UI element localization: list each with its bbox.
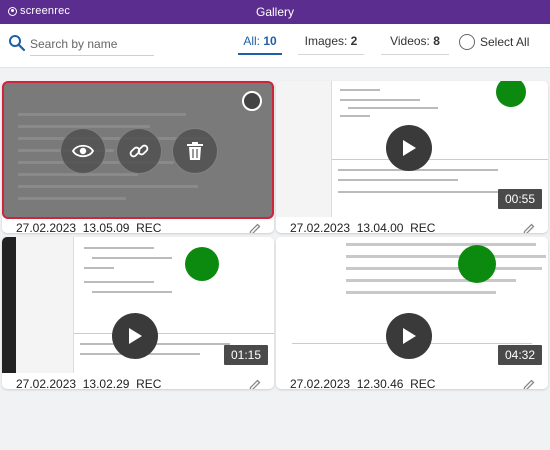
search-input[interactable] [30, 32, 154, 56]
selection-checkbox[interactable] [242, 91, 262, 111]
pencil-icon[interactable] [522, 222, 536, 233]
window-title: Gallery [255, 5, 294, 19]
select-all-toggle[interactable]: Select All [459, 33, 529, 51]
filter-all[interactable]: All: 10 [238, 33, 282, 55]
trash-icon [187, 142, 203, 160]
thumbnail-sidebar [16, 237, 74, 373]
play-icon [403, 140, 416, 156]
filter-images[interactable]: Images: 2 [298, 33, 364, 55]
thumbnail-sidebar [276, 81, 332, 217]
item-name: 27.02.2023_12.30.46_REC [290, 377, 436, 389]
eye-icon [72, 144, 94, 158]
play-button[interactable] [386, 125, 432, 171]
video-thumbnail[interactable]: 00:55 [276, 81, 548, 217]
duration-badge: 00:55 [497, 189, 542, 209]
filter-images-count: 2 [350, 34, 358, 48]
play-button[interactable] [386, 313, 432, 359]
video-thumbnail[interactable]: 04:32 [276, 237, 548, 373]
select-all-radio-icon[interactable] [459, 34, 475, 50]
link-icon [129, 144, 149, 158]
thumbnail-activity-bar [2, 237, 16, 373]
pencil-icon[interactable] [248, 378, 262, 389]
copy-link-button[interactable] [116, 128, 162, 174]
title-bar: screenrec Gallery [0, 0, 550, 24]
item-name: 27.02.2023_13.02.29_REC [16, 377, 162, 389]
filter-videos-label: Videos: [390, 34, 430, 48]
preview-button[interactable] [60, 128, 106, 174]
select-all-label: Select All [480, 35, 530, 49]
search-icon [9, 35, 26, 52]
gallery-card[interactable]: 27.02.2023_13.05.09_REC [2, 81, 274, 233]
pencil-icon[interactable] [248, 222, 262, 233]
pencil-icon[interactable] [522, 378, 536, 389]
gallery-card[interactable]: 00:55 27.02.2023_13.04.00_REC [276, 81, 548, 233]
delete-button[interactable] [172, 128, 218, 174]
filter-videos-count: 8 [433, 34, 440, 48]
filter-all-count: 10 [263, 34, 277, 48]
filter-images-label: Images: [304, 34, 348, 48]
gallery-card[interactable]: 01:15 27.02.2023_13.02.29_REC [2, 237, 274, 389]
play-icon [129, 328, 142, 344]
gallery-card[interactable]: 04:32 27.02.2023_12.30.46_REC [276, 237, 548, 389]
filter-videos[interactable]: Videos: 8 [381, 33, 449, 55]
duration-badge: 04:32 [497, 345, 542, 365]
video-thumbnail[interactable]: 01:15 [2, 237, 274, 373]
item-name: 27.02.2023_13.05.09_REC [16, 221, 162, 233]
play-icon [403, 328, 416, 344]
thumbnail-selected[interactable] [2, 81, 274, 219]
item-name: 27.02.2023_13.04.00_REC [290, 221, 436, 233]
toolbar: All: 10 Images: 2 Videos: 8 Select All [0, 24, 550, 68]
play-button[interactable] [112, 313, 158, 359]
duration-badge: 01:15 [223, 345, 268, 365]
filter-all-label: All: [243, 34, 260, 48]
